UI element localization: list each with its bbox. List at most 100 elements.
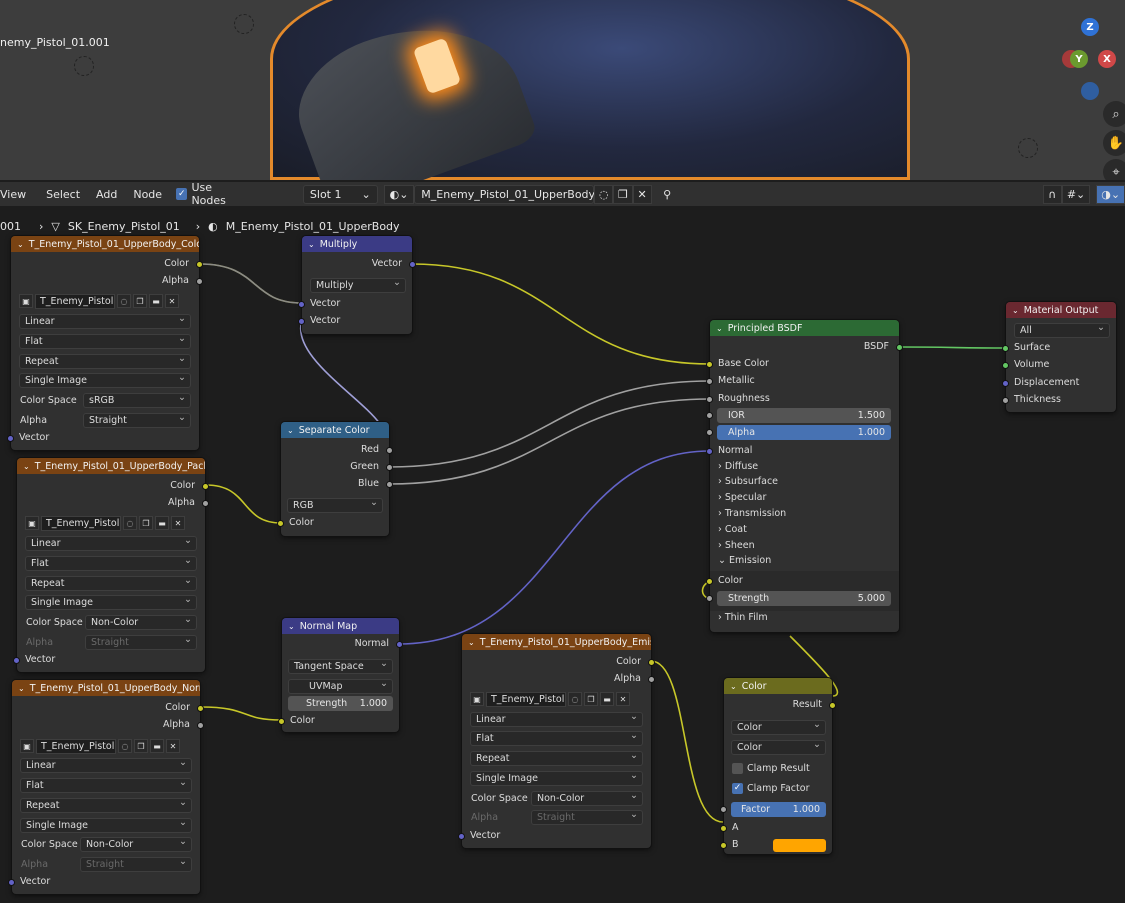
emission-strength-slider[interactable]: Strength 5.000	[717, 591, 891, 606]
folder-icon[interactable]: ▬	[150, 739, 164, 753]
ior-slider[interactable]: IOR 1.500	[717, 408, 891, 423]
blend-mode-dropdown[interactable]: Color	[731, 740, 826, 755]
image-name[interactable]: T_Enemy_Pistol...	[486, 691, 566, 707]
vector-math-multiply-node[interactable]: ⌄ Multiply Vector Multiply Vector Vector	[298, 236, 416, 334]
gizmo-x-axis[interactable]: X	[1098, 50, 1116, 68]
material-browse-icon[interactable]: ◐⌄	[383, 184, 415, 204]
panel-specular[interactable]: › Specular	[718, 490, 766, 505]
socket[interactable]	[829, 701, 836, 709]
duplicate-icon[interactable]: ❐	[133, 294, 147, 308]
material-output-node[interactable]: ⌄ Material Output All Surface Volume Disp…	[1002, 302, 1116, 412]
image-name[interactable]: T_Enemy_Pistol...	[41, 515, 121, 531]
source-dropdown[interactable]: Single Image	[25, 595, 197, 610]
socket[interactable]	[1002, 396, 1009, 404]
menu-select[interactable]: Select	[46, 188, 80, 201]
socket[interactable]	[1002, 344, 1009, 352]
mix-color-node[interactable]: ⌄ Color Result Color Color Clamp Result ✓…	[720, 678, 836, 854]
strength-slider[interactable]: Strength 1.000	[288, 696, 393, 711]
image-icon[interactable]: ▣	[470, 692, 484, 706]
collapse-icon[interactable]: ⌄	[730, 682, 737, 691]
socket[interactable]	[386, 446, 393, 454]
close-icon[interactable]: ✕	[171, 516, 185, 530]
color-b-swatch[interactable]	[773, 839, 826, 852]
alpha-mode-dropdown[interactable]: Straight	[83, 413, 191, 428]
mode-dropdown[interactable]: RGB	[287, 498, 383, 513]
socket[interactable]	[706, 360, 713, 368]
node-editor-canvas[interactable]: ⌄ T_Enemy_Pistol_01_UpperBody_Color... Co…	[0, 206, 1125, 903]
projection-dropdown[interactable]: Flat	[20, 778, 192, 793]
socket[interactable]	[458, 832, 465, 840]
image-texture-node-packed[interactable]: ⌄ T_Enemy_Pistol_01_UpperBody_Packe... Co…	[13, 458, 209, 672]
socket[interactable]	[720, 841, 727, 849]
socket[interactable]	[13, 656, 20, 664]
shield-icon[interactable]: ◌	[117, 294, 131, 308]
gizmo-z-axis[interactable]: Z	[1081, 18, 1099, 36]
socket[interactable]	[409, 260, 416, 268]
shield-icon[interactable]: ◌	[568, 692, 582, 706]
material-name-field[interactable]: M_Enemy_Pistol_01_UpperBody	[414, 184, 595, 204]
camera-icon[interactable]: ⌖	[1103, 159, 1125, 180]
principled-bsdf-node[interactable]: ⌄ Principled BSDF BSDF Base Color Metalli…	[706, 320, 903, 632]
close-icon[interactable]: ✕	[616, 692, 630, 706]
collapse-icon[interactable]: ⌄	[468, 638, 475, 647]
collapse-icon[interactable]: ⌄	[1012, 306, 1019, 315]
collapse-icon[interactable]: ⌄	[288, 622, 295, 631]
normal-map-node[interactable]: ⌄ Normal Map Normal Tangent Space UVMap S…	[278, 618, 403, 732]
socket[interactable]	[7, 434, 14, 442]
panel-sheen[interactable]: › Sheen	[718, 538, 755, 553]
collapse-icon[interactable]: ⌄	[17, 240, 24, 249]
socket[interactable]	[1002, 361, 1009, 369]
close-icon[interactable]: ✕	[632, 184, 652, 204]
socket[interactable]	[1002, 379, 1009, 387]
panel-diffuse[interactable]: › Diffuse	[718, 459, 758, 474]
menu-add[interactable]: Add	[96, 188, 117, 201]
socket[interactable]	[196, 277, 203, 285]
snap-grid-icon[interactable]: #⌄	[1061, 184, 1091, 204]
panel-transmission[interactable]: › Transmission	[718, 506, 786, 521]
socket[interactable]	[197, 721, 204, 729]
source-dropdown[interactable]: Single Image	[20, 818, 192, 833]
panel-thin-film[interactable]: › Thin Film	[718, 610, 768, 625]
interpolation-dropdown[interactable]: Linear	[20, 758, 192, 773]
gizmo-y-axis[interactable]: Y	[1070, 50, 1088, 68]
snap-magnet-icon[interactable]: ∩	[1042, 184, 1062, 204]
folder-icon[interactable]: ▬	[149, 294, 163, 308]
socket[interactable]	[386, 463, 393, 471]
socket[interactable]	[197, 704, 204, 712]
separate-color-node[interactable]: ⌄ Separate Color Red Green Blue RGB Color	[277, 422, 393, 536]
color-space-dropdown[interactable]: Non-Color	[531, 791, 643, 806]
menu-view[interactable]: View	[0, 188, 26, 201]
target-dropdown[interactable]: All	[1014, 323, 1110, 338]
folder-icon[interactable]: ▬	[155, 516, 169, 530]
socket[interactable]	[706, 447, 713, 455]
extension-dropdown[interactable]: Repeat	[20, 798, 192, 813]
panel-subsurface[interactable]: › Subsurface	[718, 474, 778, 489]
zoom-icon[interactable]: ⌕	[1103, 101, 1125, 127]
collapse-icon[interactable]: ⌄	[23, 462, 30, 471]
image-selector[interactable]: ▣ T_Enemy_Pistol... ◌ ❐ ▬ ✕	[470, 691, 630, 707]
uv-map-field[interactable]: UVMap	[288, 679, 393, 694]
slot-dropdown[interactable]: Slot 1 ⌄	[302, 184, 378, 204]
socket[interactable]	[706, 429, 713, 436]
clamp-factor-checkbox[interactable]: ✓ Clamp Factor	[732, 781, 809, 795]
socket[interactable]	[706, 577, 713, 585]
panel-emission[interactable]: ⌄ Emission	[718, 553, 771, 568]
image-selector[interactable]: ▣ T_Enemy_Pistol... ◌ ❐ ▬ ✕	[19, 293, 179, 309]
collapse-icon[interactable]: ⌄	[18, 684, 25, 693]
color-space-dropdown[interactable]: Non-Color	[80, 837, 192, 852]
light-icon[interactable]	[1018, 138, 1038, 158]
projection-dropdown[interactable]: Flat	[25, 556, 197, 571]
socket[interactable]	[278, 717, 285, 725]
overlay-icon[interactable]: ◑⌄	[1096, 184, 1125, 204]
socket[interactable]	[196, 260, 203, 268]
interpolation-dropdown[interactable]: Linear	[470, 712, 643, 727]
socket[interactable]	[396, 640, 403, 648]
socket[interactable]	[896, 343, 903, 351]
socket[interactable]	[202, 499, 209, 507]
light-icon[interactable]	[74, 56, 94, 76]
socket[interactable]	[8, 878, 15, 886]
duplicate-icon[interactable]: ❐	[134, 739, 148, 753]
image-selector[interactable]: ▣ T_Enemy_Pistol... ◌ ❐ ▬ ✕	[25, 515, 185, 531]
socket[interactable]	[706, 395, 713, 403]
color-space-dropdown[interactable]: Non-Color	[85, 615, 197, 630]
